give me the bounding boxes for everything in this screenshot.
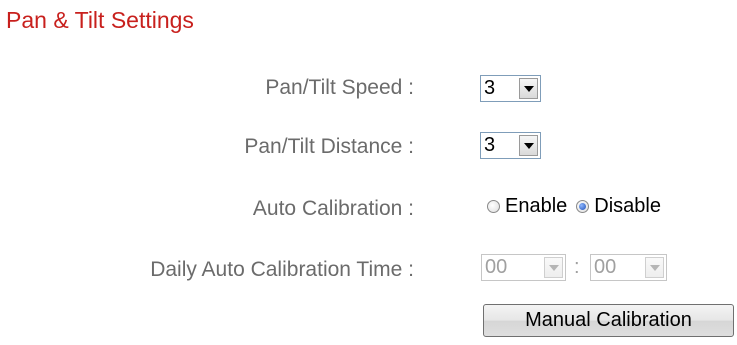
calibration-minute-select[interactable]: 00 (590, 254, 667, 281)
time-separator: : (574, 256, 580, 278)
pan-tilt-distance-value: 3 (484, 134, 496, 156)
enable-radio-label[interactable]: Enable (505, 195, 567, 218)
chevron-down-icon[interactable] (519, 78, 538, 99)
calibration-minute-value: 00 (594, 256, 617, 278)
pan-tilt-distance-select[interactable]: 3 (480, 132, 541, 159)
pan-tilt-distance-label: Pan/Tilt Distance : (244, 135, 414, 158)
auto-calibration-label: Auto Calibration : (252, 197, 414, 220)
manual-calibration-button[interactable]: Manual Calibration (483, 304, 734, 337)
enable-radio[interactable] (487, 200, 500, 213)
page-title: Pan & Tilt Settings (6, 7, 194, 33)
auto-calibration-radio-group: Enable Disable (487, 195, 670, 218)
calibration-hour-select[interactable]: 00 (481, 254, 566, 281)
chevron-down-icon[interactable] (645, 257, 664, 278)
pan-tilt-speed-value: 3 (484, 77, 496, 99)
pan-tilt-speed-select[interactable]: 3 (480, 75, 541, 102)
chevron-down-icon[interactable] (519, 135, 538, 156)
calibration-hour-value: 00 (485, 256, 508, 278)
disable-radio[interactable] (576, 200, 590, 213)
chevron-down-icon[interactable] (544, 257, 563, 278)
disable-radio-label[interactable]: Disable (594, 195, 661, 218)
daily-auto-calibration-time-label: Daily Auto Calibration Time : (150, 258, 414, 281)
pan-tilt-speed-label: Pan/Tilt Speed : (265, 76, 414, 99)
